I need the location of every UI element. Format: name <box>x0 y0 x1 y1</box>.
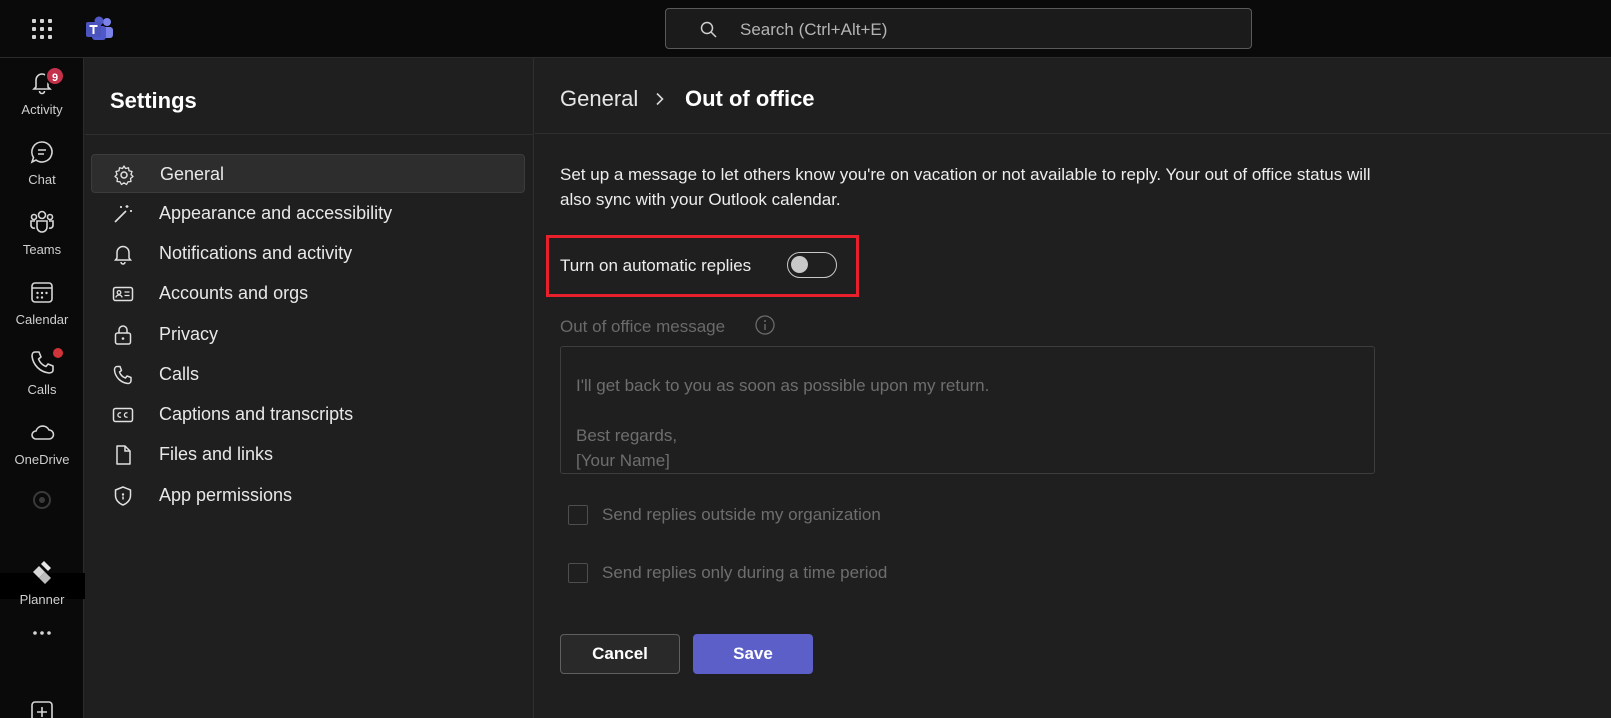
divider <box>85 134 533 135</box>
calls-notification-dot <box>53 348 63 358</box>
nav-label-notifications: Notifications and activity <box>159 243 353 263</box>
file-icon <box>112 444 134 466</box>
ellipsis-icon <box>28 619 56 647</box>
lock-icon <box>112 324 134 346</box>
nav-label-general: General <box>160 164 225 184</box>
nav-item-general[interactable]: General <box>91 154 525 193</box>
rail-item-calendar[interactable]: Calendar <box>0 268 84 332</box>
rail-item-calls[interactable]: Calls <box>0 338 84 402</box>
oof-message-label: Out of office message <box>560 317 726 336</box>
chat-icon <box>28 138 56 166</box>
nav-item-app-permissions[interactable]: App permissions <box>91 476 525 515</box>
send-outside-label: Send replies outside my organization <box>602 505 881 524</box>
description-text: Set up a message to let others know you'… <box>560 165 1371 209</box>
divider <box>535 133 1611 134</box>
nav-label-privacy: Privacy <box>159 324 219 344</box>
rail-label-activity: Activity <box>21 102 63 117</box>
more-apps-button[interactable] <box>0 613 84 653</box>
chevron-right-icon <box>653 92 667 106</box>
calendar-icon <box>28 278 56 306</box>
wand-icon <box>112 203 134 225</box>
teams-logo-icon <box>86 16 114 42</box>
automatic-replies-toggle[interactable] <box>787 252 837 278</box>
send-outside-checkbox[interactable] <box>568 505 588 525</box>
cloud-icon <box>28 418 56 446</box>
rail-label-teams: Teams <box>22 242 62 257</box>
nav-item-notifications[interactable]: Notifications and activity <box>91 234 525 273</box>
rail-item-app[interactable] <box>0 476 84 540</box>
breadcrumb-parent[interactable]: General <box>560 86 638 112</box>
toggle-knob <box>791 256 808 273</box>
phone-icon <box>112 364 134 386</box>
rail-item-planner[interactable]: Planner <box>0 548 84 612</box>
rail-item-chat[interactable]: Chat <box>0 128 84 192</box>
settings-nav: Settings General Appearance and accessib… <box>85 58 534 718</box>
nav-label-calls: Calls <box>159 364 200 384</box>
add-apps-button[interactable] <box>0 698 84 718</box>
rail-label-calls: Calls <box>27 382 57 397</box>
add-icon <box>28 698 56 718</box>
nav-label-captions: Captions and transcripts <box>159 404 354 424</box>
top-bar: Search (Ctrl+Alt+E) <box>0 0 1611 58</box>
app-rail: 9 Activity Chat Teams Calendar Calls One… <box>0 58 93 718</box>
nav-label-accounts: Accounts and orgs <box>159 283 309 303</box>
rail-item-onedrive[interactable]: OneDrive <box>0 408 84 472</box>
info-icon[interactable] <box>754 314 776 336</box>
activity-badge: 9 <box>45 66 65 86</box>
page-title: Out of office <box>685 86 815 111</box>
search-placeholder: Search (Ctrl+Alt+E) <box>740 20 888 39</box>
rail-label-calendar: Calendar <box>15 312 69 327</box>
oof-message-text: I'll get back to you as soon as possible… <box>576 376 990 470</box>
nav-item-appearance[interactable]: Appearance and accessibility <box>91 194 525 233</box>
main-content: General Out of office Set up a message t… <box>535 58 1611 718</box>
cc-icon <box>112 404 134 426</box>
rail-item-teams[interactable]: Teams <box>0 198 84 262</box>
nav-item-calls[interactable]: Calls <box>91 355 525 394</box>
app-launcher-icon[interactable] <box>30 17 54 41</box>
time-period-checkbox[interactable] <box>568 563 588 583</box>
settings-title: Settings <box>110 88 197 113</box>
nav-item-captions[interactable]: Captions and transcripts <box>91 395 525 434</box>
planner-icon <box>28 558 56 586</box>
cancel-button[interactable]: Cancel <box>560 634 680 674</box>
bell-icon <box>112 243 134 265</box>
shield-icon <box>112 485 134 507</box>
rail-label-planner: Planner <box>19 592 65 607</box>
nav-label-app-permissions: App permissions <box>159 485 293 505</box>
save-button[interactable]: Save <box>693 634 813 674</box>
nav-label-appearance: Appearance and accessibility <box>159 203 393 223</box>
id-card-icon <box>112 283 134 305</box>
app-icon <box>28 486 56 514</box>
oof-message-textarea[interactable]: I'll get back to you as soon as possible… <box>560 346 1375 474</box>
nav-item-files[interactable]: Files and links <box>91 435 525 474</box>
automatic-replies-label: Turn on automatic replies <box>560 256 752 275</box>
search-input[interactable]: Search (Ctrl+Alt+E) <box>665 8 1252 49</box>
gear-icon <box>113 164 135 186</box>
rail-label-chat: Chat <box>28 172 56 187</box>
nav-item-privacy[interactable]: Privacy <box>91 315 525 354</box>
search-icon <box>700 21 718 39</box>
phone-icon <box>28 348 56 376</box>
nav-item-accounts[interactable]: Accounts and orgs <box>91 274 525 313</box>
rail-item-activity[interactable]: 9 Activity <box>0 58 84 122</box>
time-period-label: Send replies only during a time period <box>602 563 888 582</box>
teams-icon <box>28 208 56 236</box>
rail-label-onedrive: OneDrive <box>14 452 70 467</box>
nav-label-files: Files and links <box>159 444 274 464</box>
